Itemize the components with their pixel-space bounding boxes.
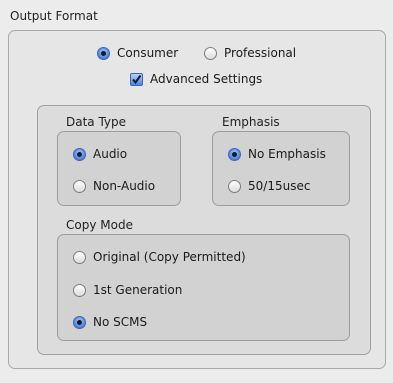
radio-selected-icon bbox=[73, 147, 86, 161]
consumer-label: Consumer bbox=[117, 46, 179, 60]
no-scms-label: No SCMS bbox=[93, 315, 148, 329]
output-format-title: Output Format bbox=[10, 9, 98, 23]
original-copy-permitted-label: Original (Copy Permitted) bbox=[93, 250, 246, 264]
first-generation-label: 1st Generation bbox=[93, 283, 183, 297]
no-scms-radio[interactable]: No SCMS bbox=[73, 315, 147, 329]
professional-radio[interactable]: Professional bbox=[204, 46, 296, 60]
advanced-settings-checkbox[interactable]: Advanced Settings bbox=[130, 72, 262, 86]
data-type-title: Data Type bbox=[66, 115, 127, 129]
radio-selected-icon bbox=[228, 147, 241, 161]
audio-radio[interactable]: Audio bbox=[73, 147, 127, 161]
radio-unselected-icon bbox=[73, 250, 86, 264]
data-type-group bbox=[57, 131, 181, 206]
no-emphasis-radio[interactable]: No Emphasis bbox=[228, 147, 326, 161]
radio-unselected-icon bbox=[73, 179, 86, 193]
emphasis-50-15-radio[interactable]: 50/15usec bbox=[228, 179, 310, 193]
radio-unselected-icon bbox=[73, 283, 86, 297]
original-copy-permitted-radio[interactable]: Original (Copy Permitted) bbox=[73, 250, 246, 264]
consumer-radio[interactable]: Consumer bbox=[97, 46, 178, 60]
no-emphasis-label: No Emphasis bbox=[248, 147, 326, 161]
checkmark-icon bbox=[130, 72, 143, 86]
emphasis-title: Emphasis bbox=[222, 115, 280, 129]
radio-unselected-icon bbox=[204, 46, 217, 60]
radio-selected-icon bbox=[97, 46, 110, 60]
first-generation-radio[interactable]: 1st Generation bbox=[73, 283, 182, 297]
radio-selected-icon bbox=[73, 315, 86, 329]
professional-label: Professional bbox=[224, 46, 297, 60]
non-audio-label: Non-Audio bbox=[93, 179, 156, 193]
radio-unselected-icon bbox=[228, 179, 241, 193]
copy-mode-title: Copy Mode bbox=[66, 218, 133, 232]
non-audio-radio[interactable]: Non-Audio bbox=[73, 179, 155, 193]
emphasis-50-15-label: 50/15usec bbox=[248, 179, 311, 193]
audio-label: Audio bbox=[93, 147, 128, 161]
emphasis-group bbox=[212, 131, 350, 206]
advanced-settings-label: Advanced Settings bbox=[150, 72, 263, 86]
